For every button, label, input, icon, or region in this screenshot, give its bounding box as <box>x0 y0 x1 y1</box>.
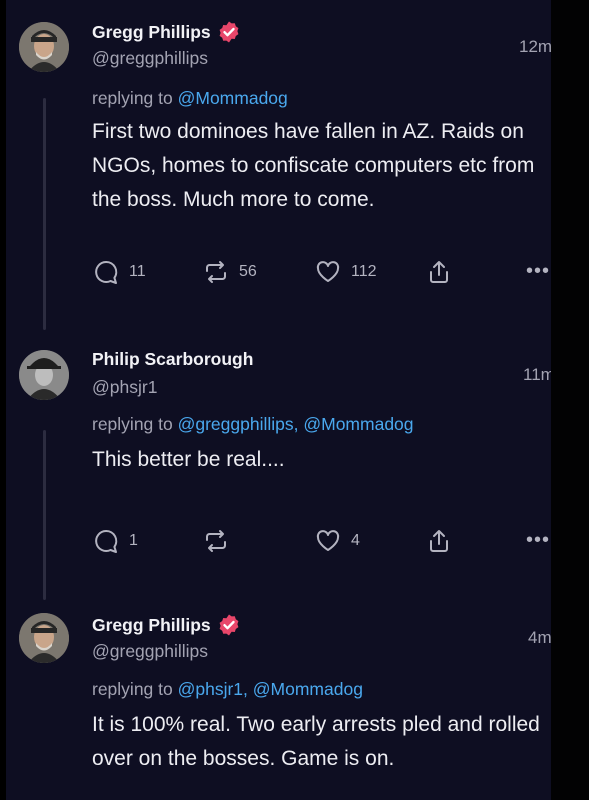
post-2: Philip Scarborough @phsjr1 11m replying … <box>6 330 551 600</box>
post-text: It is 100% real. Two early arrests pled … <box>92 713 540 770</box>
author-name[interactable]: Gregg Phillips <box>92 22 211 43</box>
more-options-icon[interactable]: ••• <box>526 260 550 283</box>
thread-panel: Gregg Phillips @greggphillips 12m replyi… <box>6 0 551 800</box>
share-icon <box>430 530 448 552</box>
post-1: Gregg Phillips @greggphillips 12m replyi… <box>6 0 551 330</box>
action-bar: 1 4 ••• <box>92 527 551 559</box>
heart-icon <box>316 261 340 282</box>
reply-count: 1 <box>129 532 138 549</box>
author-name[interactable]: Philip Scarborough <box>92 349 253 370</box>
heart-icon <box>316 530 340 551</box>
author-row: Philip Scarborough <box>92 349 253 370</box>
verified-badge-icon <box>219 614 239 636</box>
author-row: Gregg Phillips <box>92 613 241 637</box>
author-handle[interactable]: @greggphillips <box>92 48 208 69</box>
avatar[interactable] <box>19 613 69 663</box>
replying-to: replying to @phsjr1, @Mommadog <box>92 679 363 700</box>
author-row: Gregg Phillips <box>92 20 241 44</box>
reply-count: 11 <box>129 263 146 280</box>
like-count: 4 <box>351 532 360 549</box>
share-icon <box>430 261 448 283</box>
thread-line <box>43 98 46 330</box>
reply-button[interactable]: 11 <box>92 258 146 286</box>
like-button[interactable]: 4 <box>314 527 360 555</box>
post-3: Gregg Phillips @greggphillips 4m replyin… <box>6 600 551 800</box>
like-count: 112 <box>351 263 377 280</box>
post-time[interactable]: 12m <box>519 37 551 57</box>
reply-icon <box>95 260 118 284</box>
verified-badge-icon <box>219 21 239 43</box>
replying-to: replying to @Mommadog <box>92 88 288 109</box>
author-handle[interactable]: @greggphillips <box>92 641 208 662</box>
post-text: This better be real.... <box>92 448 285 471</box>
replying-mention[interactable]: @phsjr1, @Mommadog <box>178 679 363 699</box>
repost-icon <box>206 261 226 283</box>
replying-to: replying to @greggphillips, @Mommadog <box>92 414 414 435</box>
avatar[interactable] <box>19 22 69 72</box>
avatar[interactable] <box>19 350 69 400</box>
like-button[interactable]: 112 <box>314 258 377 286</box>
post-time[interactable]: 4m <box>528 628 551 648</box>
author-name[interactable]: Gregg Phillips <box>92 615 211 636</box>
replying-mention[interactable]: @greggphillips, @Mommadog <box>178 414 414 434</box>
replying-mention[interactable]: @Mommadog <box>178 88 288 108</box>
replying-prefix: replying to <box>92 414 178 434</box>
more-options-icon[interactable]: ••• <box>526 529 550 552</box>
author-handle[interactable]: @phsjr1 <box>92 377 157 398</box>
share-button[interactable] <box>425 258 453 286</box>
repost-count: 56 <box>239 263 257 280</box>
reply-button[interactable]: 1 <box>92 527 138 555</box>
action-bar: 11 56 112 ••• <box>92 258 551 290</box>
thread-line <box>43 430 46 600</box>
screenshot-border-right <box>551 0 589 800</box>
repost-icon <box>206 530 226 552</box>
repost-button[interactable]: 56 <box>202 258 257 286</box>
replying-prefix: replying to <box>92 679 178 699</box>
share-button[interactable] <box>425 527 453 555</box>
post-text: First two dominoes have fallen in AZ. Ra… <box>92 120 535 211</box>
reply-icon <box>95 529 118 553</box>
repost-button[interactable] <box>202 527 239 555</box>
post-time[interactable]: 11m <box>523 365 551 385</box>
replying-prefix: replying to <box>92 88 178 108</box>
